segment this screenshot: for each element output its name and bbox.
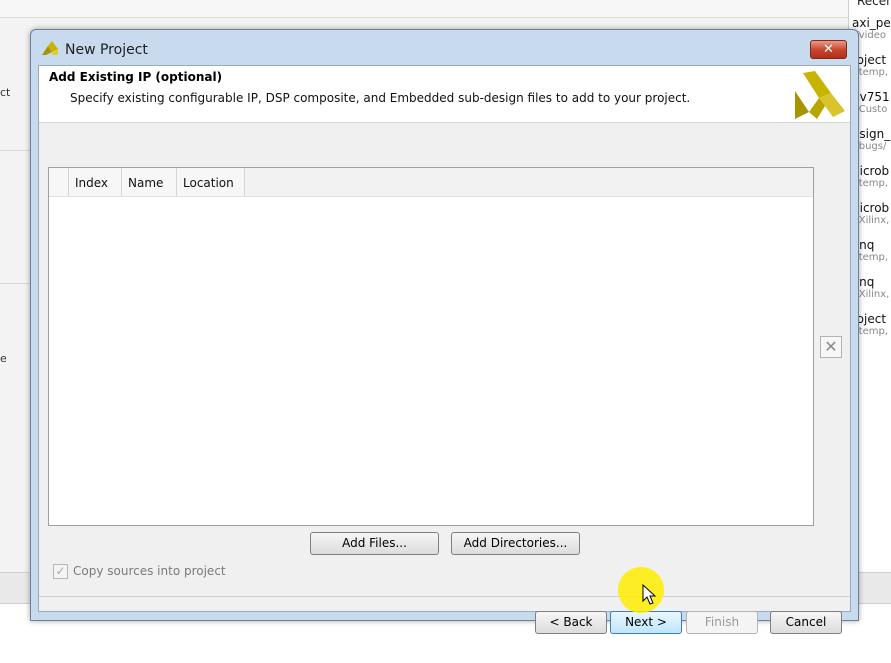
- xilinx-logo-icon: [42, 41, 58, 55]
- recent-projects-header: Recen: [857, 0, 891, 8]
- mouse-pointer-icon: [642, 584, 656, 605]
- column-header-index[interactable]: Index: [69, 168, 122, 196]
- copy-sources-checkbox[interactable]: ✓: [53, 564, 68, 579]
- background-label-2: e: [0, 352, 7, 365]
- table-header: Index Name Location: [49, 168, 813, 197]
- column-header-selector[interactable]: [49, 168, 69, 196]
- finish-label: Finish: [704, 615, 740, 629]
- add-files-button[interactable]: Add Files...: [310, 532, 439, 555]
- copy-sources-label: Copy sources into project: [73, 564, 226, 578]
- xilinx-logo-icon: [795, 71, 845, 119]
- add-directories-label: Add Directories...: [463, 536, 568, 550]
- cursor-highlight: [618, 567, 664, 613]
- column-header-name[interactable]: Name: [122, 168, 177, 196]
- page-description: Specify existing configurable IP, DSP co…: [70, 91, 691, 105]
- add-directories-button[interactable]: Add Directories...: [451, 532, 580, 555]
- column-header-location[interactable]: Location: [177, 168, 245, 196]
- next-button[interactable]: Next >: [610, 611, 682, 634]
- recent-project-name: axi_per: [852, 16, 891, 30]
- back-button[interactable]: < Back: [535, 611, 607, 634]
- new-project-dialog: New Project ✕ Add Existing IP (optional)…: [30, 29, 859, 634]
- remove-icon: ✕: [824, 337, 838, 356]
- background-label-1: ct: [0, 86, 11, 99]
- footer-divider: [39, 596, 850, 597]
- next-label: Next >: [625, 615, 667, 629]
- background-toolbar: [0, 0, 848, 18]
- background-divider-1: [0, 150, 30, 151]
- wizard-header: Add Existing IP (optional) Specify exist…: [39, 66, 850, 123]
- cancel-button[interactable]: Cancel: [770, 611, 842, 634]
- back-label: < Back: [549, 615, 593, 629]
- background-divider-2: [0, 283, 30, 284]
- close-icon: ✕: [823, 42, 834, 57]
- add-files-label: Add Files...: [342, 536, 407, 550]
- close-button[interactable]: ✕: [810, 40, 847, 59]
- finish-button[interactable]: Finish: [686, 611, 758, 634]
- checkmark-icon: ✓: [55, 564, 66, 578]
- ip-files-table[interactable]: Index Name Location: [48, 167, 814, 526]
- dialog-client-area: Add Existing IP (optional) Specify exist…: [38, 65, 851, 634]
- dialog-title: New Project: [65, 42, 148, 58]
- dialog-titlebar[interactable]: New Project ✕: [31, 30, 858, 66]
- remove-file-button[interactable]: ✕: [820, 336, 842, 358]
- cancel-label: Cancel: [785, 615, 827, 629]
- page-title: Add Existing IP (optional): [49, 70, 223, 84]
